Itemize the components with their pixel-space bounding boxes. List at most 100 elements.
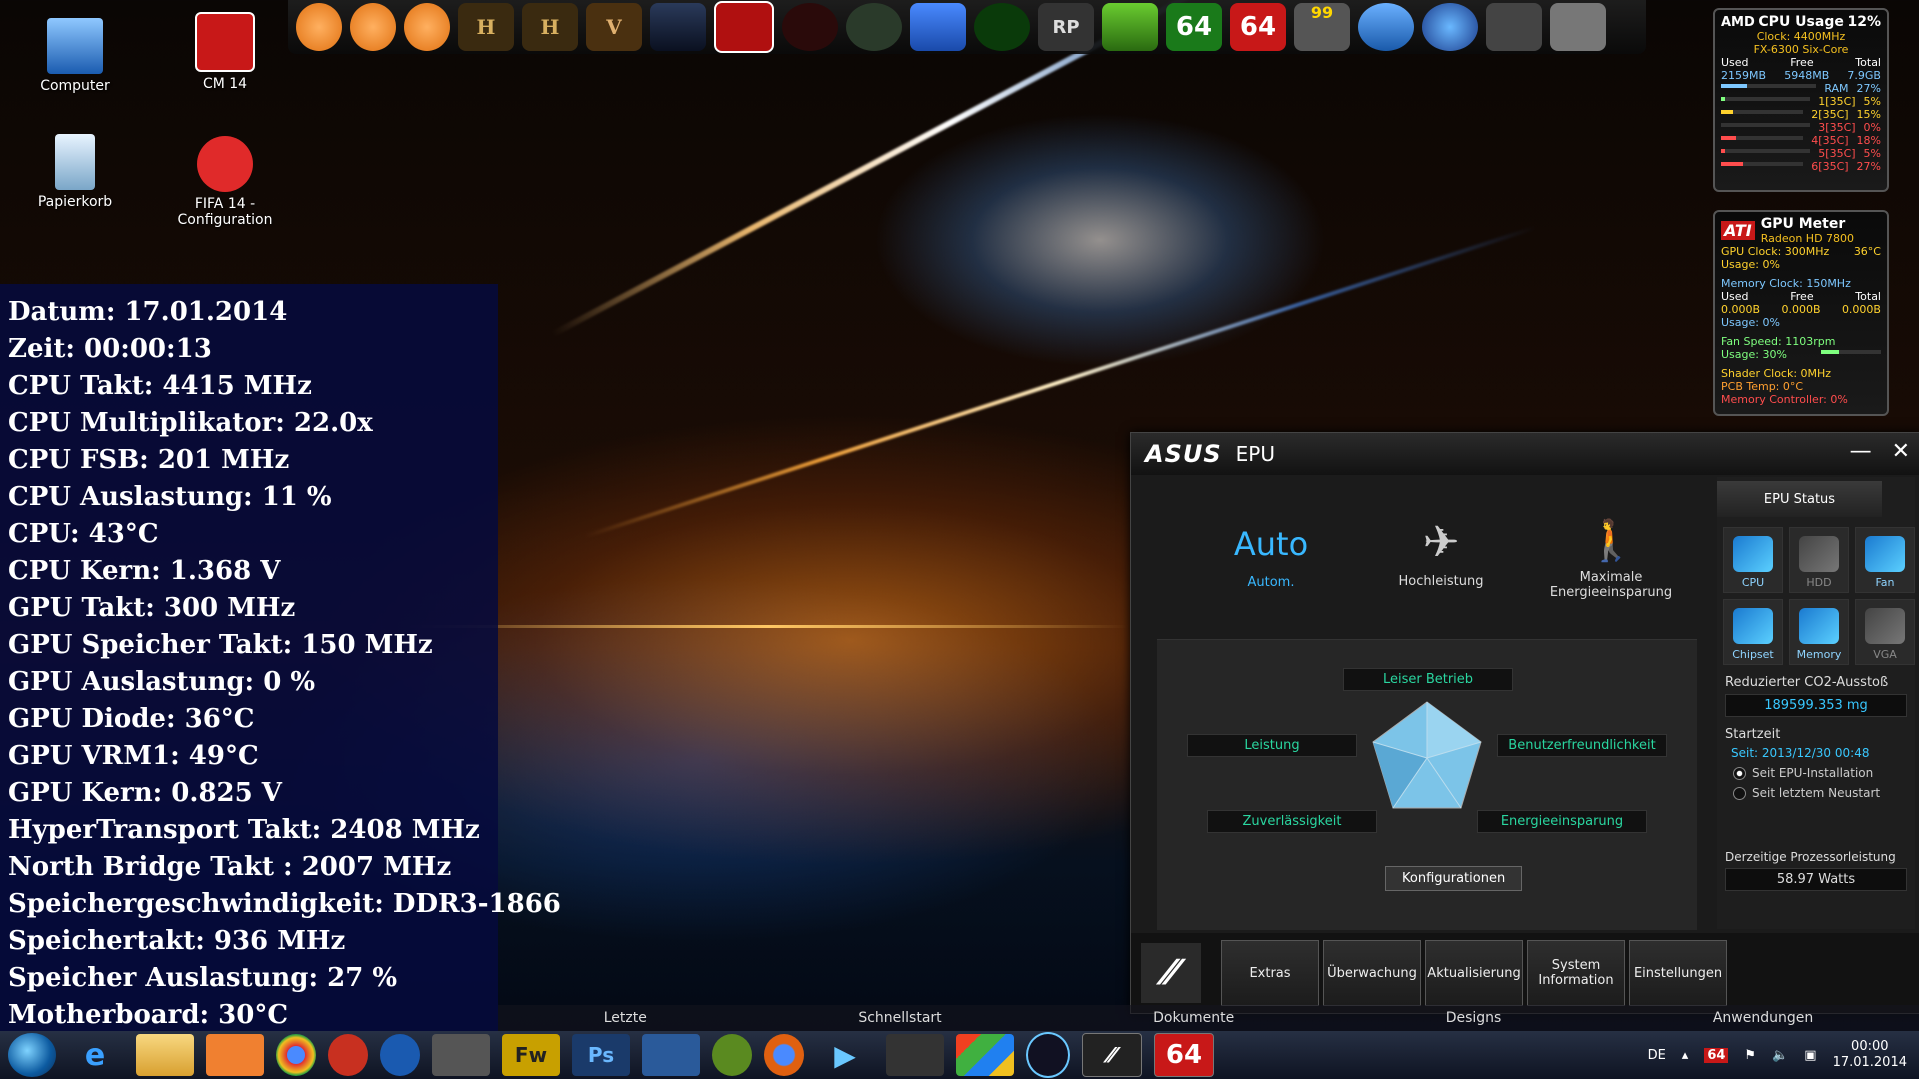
fan-speed: Fan Speed: 1103rpm xyxy=(1721,335,1836,348)
explorer-folder-icon[interactable] xyxy=(136,1034,194,1076)
speed-gauge-icon[interactable] xyxy=(974,3,1030,51)
mode-auto[interactable]: Auto Autom. xyxy=(1201,525,1341,590)
gpu-tweak-icon[interactable] xyxy=(782,3,838,51)
tab-recent[interactable]: Letzte xyxy=(604,1010,647,1026)
v-app-icon[interactable]: V xyxy=(586,3,642,51)
flag-icon[interactable]: ⚑ xyxy=(1744,1048,1756,1063)
cpu-usage-gadget[interactable]: AMD CPU Usage 12% Clock: 4400MHz FX-6300… xyxy=(1713,8,1889,192)
radar-label-usability[interactable]: Benutzerfreundlichkeit xyxy=(1497,734,1667,757)
malwarebytes-icon[interactable] xyxy=(380,1034,420,1076)
benchmark-99-icon[interactable]: 99 xyxy=(1294,3,1350,51)
desktop-icon-computer[interactable]: Computer xyxy=(20,18,130,94)
extras-button[interactable]: Extras xyxy=(1221,940,1319,1006)
fifa14-icon xyxy=(197,136,253,192)
radar-label-performance[interactable]: Leistung xyxy=(1187,734,1357,757)
cm14-icon xyxy=(195,12,255,72)
system-info-button[interactable]: System Information xyxy=(1527,940,1625,1006)
cpu-clock: Clock: 4400MHz xyxy=(1756,30,1846,43)
tab-applications[interactable]: Anwendungen xyxy=(1713,1010,1813,1026)
radar-label-quiet[interactable]: Leiser Betrieb xyxy=(1343,668,1513,691)
configurations-button[interactable]: Konfigurationen xyxy=(1385,866,1523,891)
language-indicator[interactable]: DE xyxy=(1648,1048,1666,1063)
aida64-icon[interactable]: 64 xyxy=(1166,3,1222,51)
aida64-tray-icon[interactable]: 64 xyxy=(1704,1047,1729,1063)
epu-window: ASUS EPU — ✕ Auto Autom. ✈ Hochleistung … xyxy=(1130,432,1919,1014)
chrome-icon[interactable] xyxy=(276,1034,316,1076)
play-icon[interactable]: ▶ xyxy=(816,1034,874,1076)
start-button[interactable] xyxy=(8,1033,56,1077)
tab-quickstart[interactable]: Schnellstart xyxy=(858,1010,941,1026)
photoshop-icon[interactable]: Ps xyxy=(572,1034,630,1076)
tray-expand-icon[interactable]: ▴ xyxy=(1682,1048,1689,1063)
monitoring-button[interactable]: Überwachung xyxy=(1323,940,1421,1006)
mode-max-label-1: Maximale xyxy=(1579,570,1643,585)
mode-auto-big: Auto xyxy=(1233,525,1309,563)
mode-high-performance[interactable]: ✈ Hochleistung xyxy=(1371,517,1511,589)
player-icon[interactable] xyxy=(1026,1032,1070,1078)
amd-logo: AMD xyxy=(1721,14,1755,30)
status-hdd[interactable]: HDD xyxy=(1789,527,1849,593)
app-icon[interactable] xyxy=(328,1034,368,1076)
status-chipset[interactable]: Chipset xyxy=(1723,599,1783,665)
app-icon[interactable] xyxy=(642,1034,700,1076)
memory-controller: Memory Controller: 0% xyxy=(1721,393,1848,406)
network-icon[interactable]: ▣ xyxy=(1804,1048,1816,1063)
mode-max-saving[interactable]: 🚶 Maximale Energieeinsparung xyxy=(1531,517,1691,600)
plant-icon[interactable] xyxy=(1102,3,1158,51)
volume-icon[interactable]: 🔈 xyxy=(1772,1048,1788,1063)
menu-orb-icon[interactable] xyxy=(350,3,396,51)
clock[interactable]: 00:00 17.01.2014 xyxy=(1833,1039,1907,1071)
desktop-icon-fifa14-config[interactable]: FIFA 14 - Configuration xyxy=(170,136,280,228)
hwinfo-icon[interactable]: H xyxy=(458,3,514,51)
thunderbird-icon[interactable] xyxy=(1422,3,1478,51)
settings-cube-icon[interactable] xyxy=(1358,3,1414,51)
clock-time: 00:00 xyxy=(1851,1039,1889,1054)
radar-label-saving[interactable]: Energieeinsparung xyxy=(1477,810,1647,833)
update-button[interactable]: Aktualisierung xyxy=(1425,940,1523,1006)
app-icon[interactable] xyxy=(886,1034,944,1076)
app-icon[interactable] xyxy=(712,1034,752,1076)
hwinfo-icon[interactable]: H xyxy=(522,3,578,51)
firefox-icon[interactable] xyxy=(764,1034,804,1076)
menu-orb-icon[interactable] xyxy=(296,3,342,51)
game-icon[interactable] xyxy=(650,3,706,51)
ai-suite-taskbar-icon[interactable]: ⁄⁄ xyxy=(1082,1033,1142,1077)
minimize-icon[interactable]: — xyxy=(1850,439,1872,464)
radio-since-restart[interactable]: Seit letztem Neustart xyxy=(1717,786,1915,800)
start-since: Seit: 2013/12/30 00:48 xyxy=(1731,746,1870,760)
top-dock: H H V RP 64 64 99 xyxy=(288,0,1646,54)
status-memory[interactable]: Memory xyxy=(1789,599,1849,665)
desktop-icon-cm14[interactable]: CM 14 xyxy=(170,12,280,92)
status-cpu[interactable]: CPU xyxy=(1723,527,1783,593)
core-pct: 0% xyxy=(1863,121,1881,134)
tab-designs[interactable]: Designs xyxy=(1446,1010,1502,1026)
app-icon[interactable] xyxy=(1550,3,1606,51)
aida64-taskbar-icon[interactable]: 64 xyxy=(1154,1033,1214,1077)
internet-explorer-icon[interactable]: e xyxy=(66,1034,124,1076)
cpu-z-icon[interactable] xyxy=(714,1,774,53)
gpu-meter-gadget[interactable]: ATI GPU Meter Radeon HD 7800 GPU Clock: … xyxy=(1713,210,1889,416)
windows-flag-icon[interactable] xyxy=(956,1034,1014,1076)
epu-status-tab[interactable]: EPU Status xyxy=(1717,481,1882,517)
desktop-icon-recycle-bin[interactable]: Papierkorb xyxy=(20,134,130,210)
settings-button[interactable]: Einstellungen xyxy=(1629,940,1727,1006)
app-icon[interactable] xyxy=(432,1034,490,1076)
fireworks-icon[interactable]: Fw xyxy=(502,1034,560,1076)
aida64-icon[interactable]: 64 xyxy=(1230,3,1286,51)
status-fan[interactable]: Fan xyxy=(1855,527,1915,593)
steam-icon[interactable] xyxy=(1486,3,1542,51)
memory-icon xyxy=(1799,608,1839,644)
tab-documents[interactable]: Dokumente xyxy=(1153,1010,1234,1026)
network-icon[interactable] xyxy=(846,3,902,51)
menu-orb-icon[interactable] xyxy=(404,3,450,51)
epu-title-bar[interactable]: ASUS EPU — ✕ xyxy=(1131,433,1919,475)
monitor-icon[interactable] xyxy=(910,3,966,51)
ai-suite-logo-icon[interactable]: ⁄⁄ xyxy=(1141,943,1201,1003)
status-vga[interactable]: VGA xyxy=(1855,599,1915,665)
radio-since-install[interactable]: Seit EPU-Installation xyxy=(1717,766,1915,780)
rp-icon[interactable]: RP xyxy=(1038,3,1094,51)
media-player-icon[interactable] xyxy=(206,1034,264,1076)
close-icon[interactable]: ✕ xyxy=(1892,439,1910,464)
info-row: GPU Auslastung: 0 % xyxy=(8,667,316,697)
radar-label-reliability[interactable]: Zuverlässigkeit xyxy=(1207,810,1377,833)
